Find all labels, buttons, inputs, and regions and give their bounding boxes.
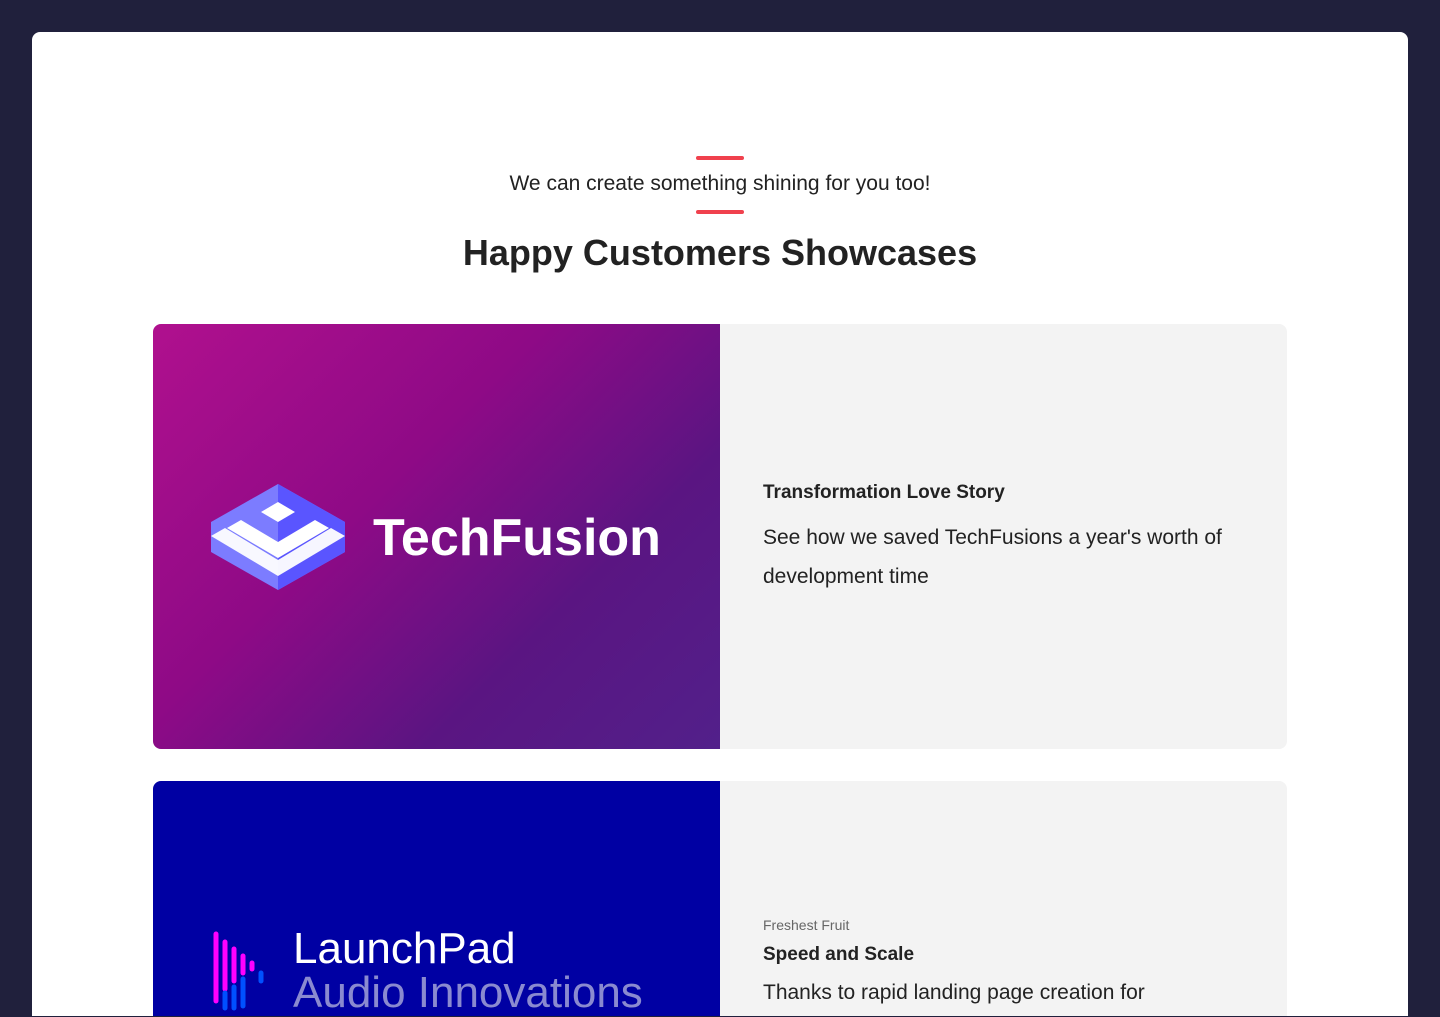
accent-bar-bottom <box>696 210 744 214</box>
showcase-label: Freshest Fruit <box>763 917 850 933</box>
page-card: We can create something shining for you … <box>32 32 1408 1016</box>
launchpad-logo-text: LaunchPad <box>293 924 516 973</box>
showcase-text: Freshest Fruit Speed and Scale Thanks to… <box>763 917 1253 1010</box>
page-title: Happy Customers Showcases <box>462 232 978 273</box>
launchpad-image: LaunchPad Audio Innovations <box>153 781 720 1016</box>
showcase-title: Transformation Love Story <box>763 482 1005 503</box>
showcase-title: Speed and Scale <box>763 944 915 965</box>
showcase-card-techfusion[interactable]: TechFusion Transformation Love Story See… <box>153 324 1287 749</box>
kicker-text: We can create something shining for you … <box>509 172 931 195</box>
techfusion-logo-text: TechFusion <box>373 509 661 567</box>
techfusion-logo-icon <box>211 484 345 590</box>
techfusion-image: TechFusion <box>153 324 720 749</box>
showcase-description: Thanks to rapid landing page creation fo… <box>763 981 1145 1004</box>
showcase-text: Transformation Love Story See how we sav… <box>763 482 1253 596</box>
launchpad-logo-icon <box>213 931 264 1011</box>
launchpad-logo-subtext: Audio Innovations <box>293 968 643 1017</box>
showcase-card-launchpad[interactable]: LaunchPad Audio Innovations Freshest Fru… <box>153 781 1287 1016</box>
showcase-description: See how we saved TechFusions a year's wo… <box>763 526 1222 588</box>
accent-bar-top <box>696 156 744 160</box>
